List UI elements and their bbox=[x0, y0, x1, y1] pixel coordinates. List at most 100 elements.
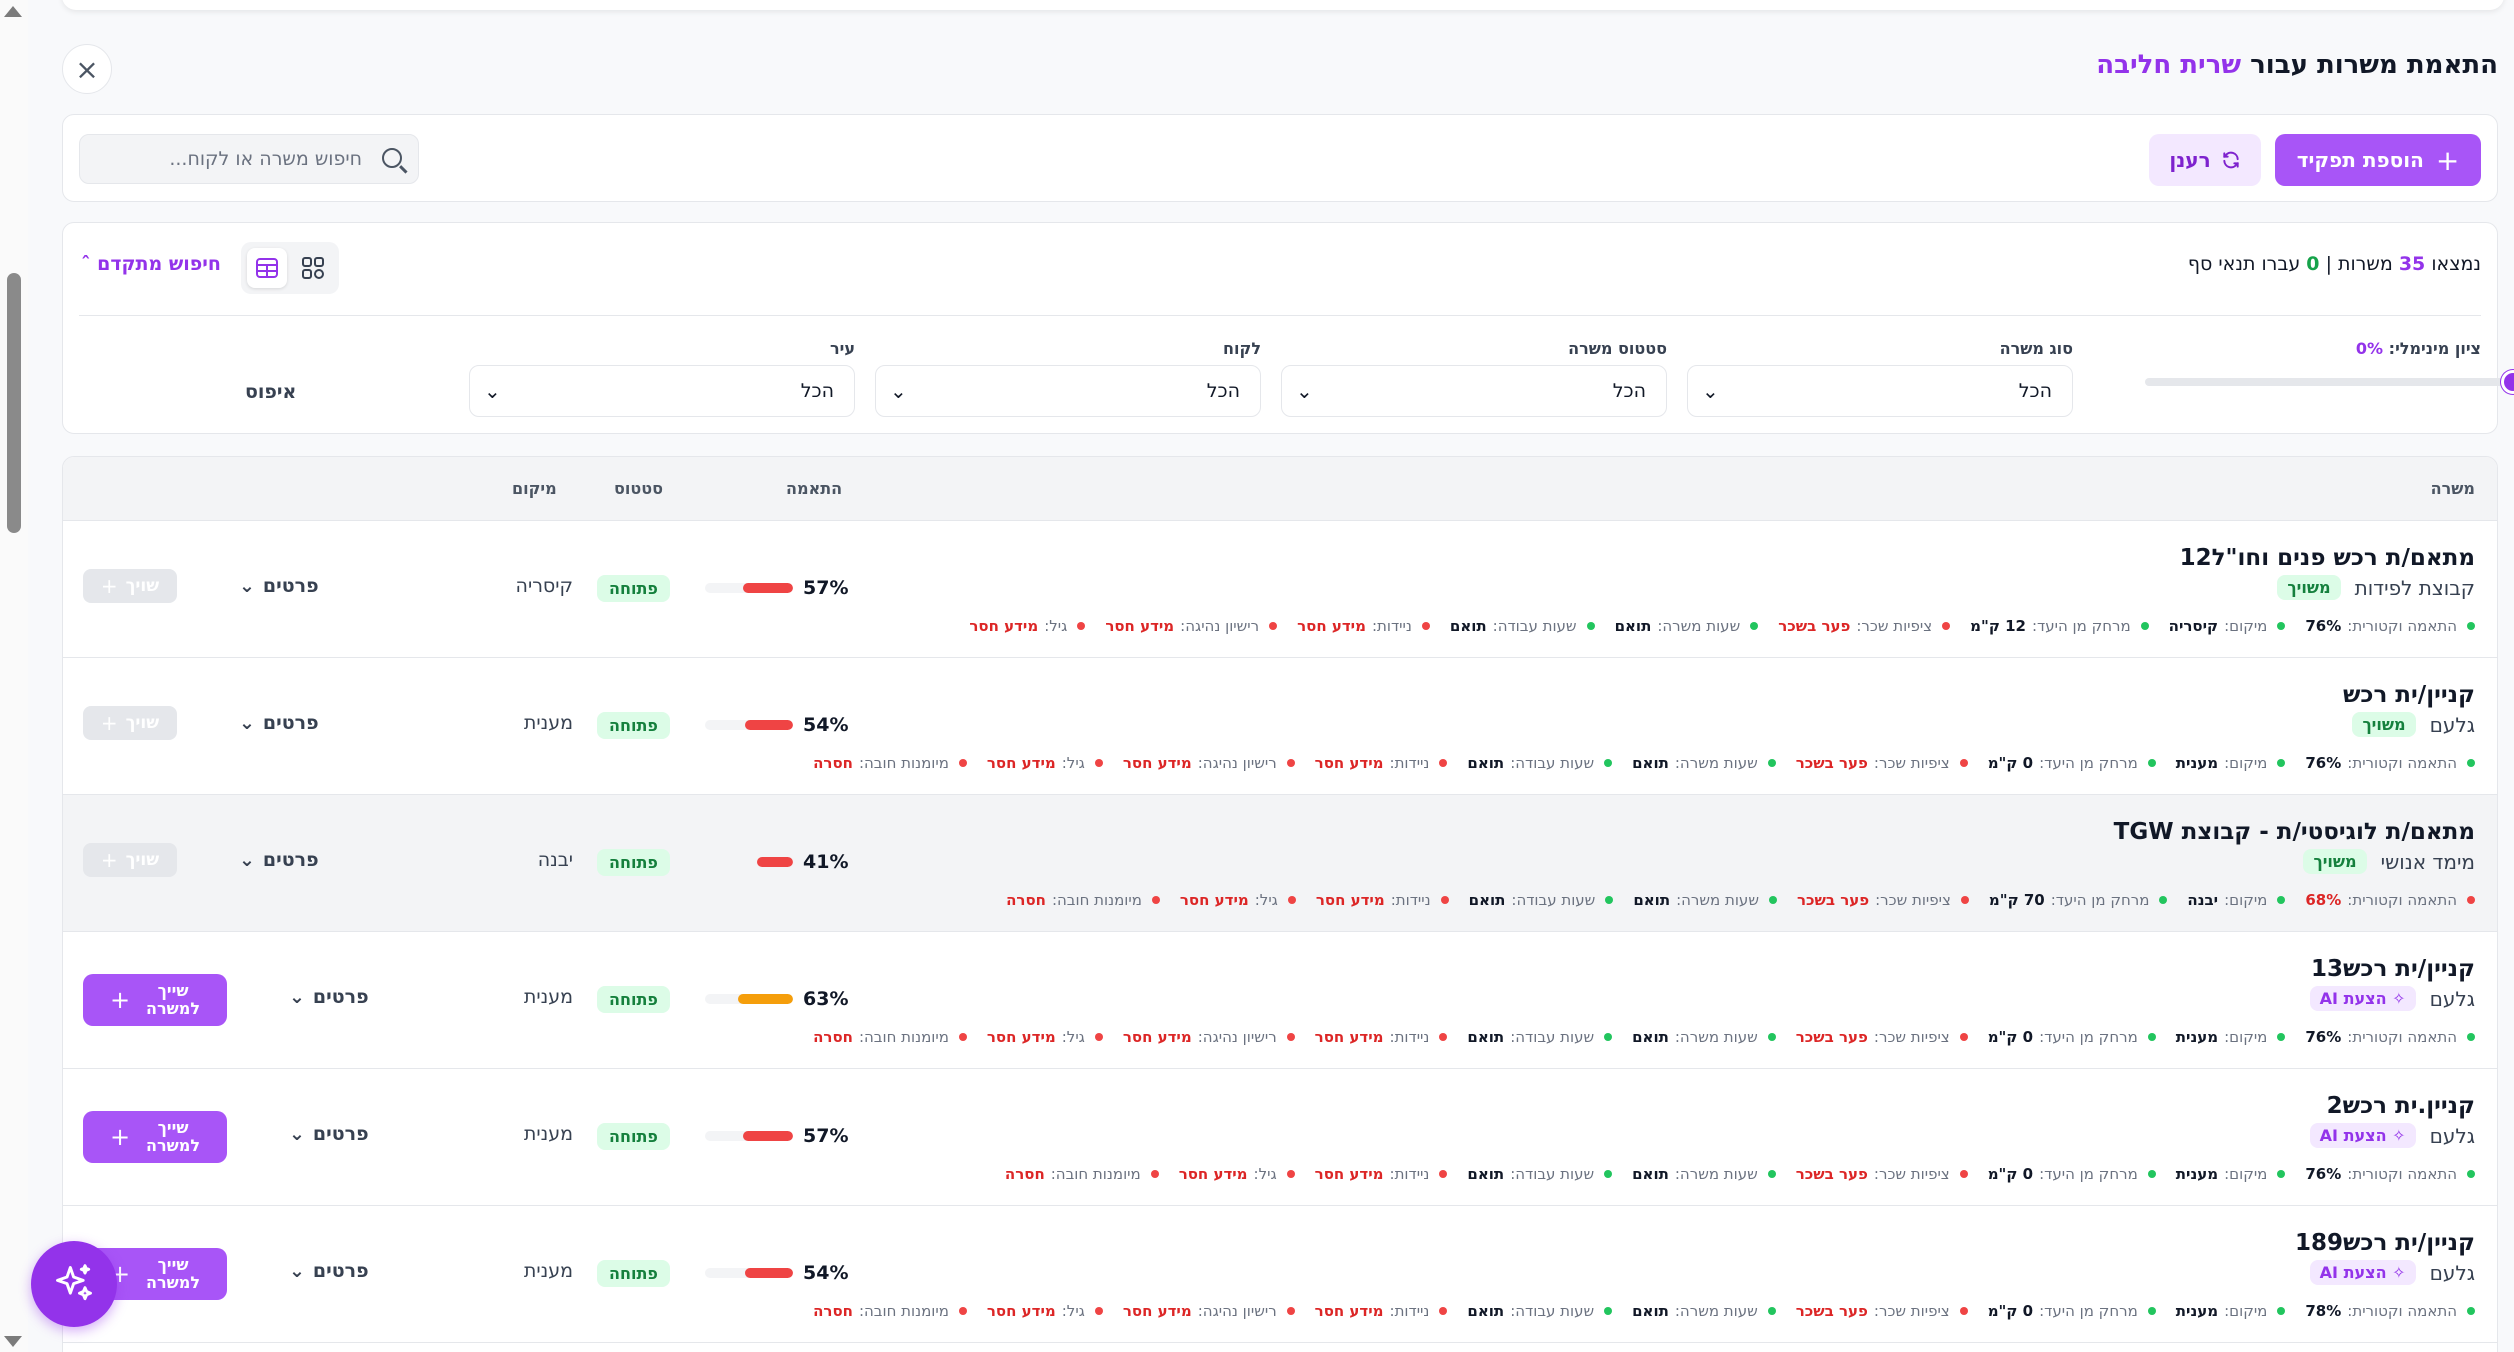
sparkle-icon: ✧ bbox=[2386, 1126, 2406, 1145]
details-toggle[interactable]: פרטים ⌄ bbox=[239, 849, 319, 871]
status-badge: פתוחה bbox=[597, 1123, 670, 1150]
assigned-button[interactable]: שויך + bbox=[83, 706, 177, 740]
grid-view-button[interactable] bbox=[293, 248, 333, 288]
criterion: גיל: מידע חסר bbox=[1179, 1165, 1295, 1183]
match-score: 54% bbox=[705, 1262, 848, 1284]
assign-to-job-button[interactable]: שייך למשרה + bbox=[83, 974, 227, 1026]
criterion: רישיון נהיגה: מידע חסר bbox=[1123, 1028, 1295, 1046]
job-status-label: סטטוס משרה bbox=[1568, 339, 1667, 358]
status-badge: פתוחה bbox=[597, 712, 670, 739]
table-row[interactable]: קניין/ית רכש13 גלעם ✧ הצעת AI התאמה וקטורית… bbox=[63, 932, 2497, 1069]
criterion: התאמה וקטורית: 78% bbox=[2305, 1302, 2475, 1320]
status-dot-icon bbox=[1439, 1307, 1448, 1315]
add-role-button[interactable]: + הוספת תפקיד bbox=[2275, 134, 2481, 186]
details-toggle[interactable]: פרטים ⌄ bbox=[239, 712, 319, 734]
scroll-down-arrow-icon[interactable] bbox=[4, 1336, 22, 1347]
assign-to-job-button[interactable]: שייך למשרה + bbox=[83, 1111, 227, 1163]
job-title[interactable]: קניין/ית רכש189 bbox=[2295, 1230, 2475, 1256]
city-select[interactable]: הכל ⌄ bbox=[469, 365, 855, 417]
job-status-select[interactable]: הכל ⌄ bbox=[1281, 365, 1667, 417]
search-box[interactable] bbox=[79, 134, 419, 184]
match-score: 41% bbox=[705, 851, 848, 873]
criterion: מרחק מן היעד: 12 ק"מ bbox=[1970, 617, 2149, 635]
chevron-down-icon: ⌄ bbox=[239, 712, 255, 734]
status-dot-icon bbox=[958, 1307, 967, 1315]
status-badge: פתוחה bbox=[597, 1260, 670, 1287]
status-dot-icon bbox=[1439, 759, 1448, 767]
criterion: מיומנות חובה: חסרה bbox=[813, 754, 967, 772]
status-dot-icon bbox=[1439, 1170, 1448, 1178]
criterion: ציפיות שכר: פער בשכר bbox=[1796, 754, 1968, 772]
assigned-button[interactable]: שויך + bbox=[83, 569, 177, 603]
min-score-slider[interactable] bbox=[2145, 370, 2514, 394]
plus-icon: + bbox=[2435, 143, 2460, 177]
client-line: גלעם ✧ הצעת AI bbox=[2309, 986, 2475, 1011]
criterion: ציפיות שכר: פער בשכר bbox=[1796, 1302, 1968, 1320]
ai-assistant-button[interactable] bbox=[31, 1241, 117, 1327]
location: קיסריה bbox=[515, 575, 573, 597]
status-dot-icon bbox=[1151, 896, 1160, 904]
scroll-thumb[interactable] bbox=[7, 273, 21, 533]
page-scrollbar[interactable] bbox=[0, 0, 28, 1352]
client-line: גלעם ✧ הצעת AI bbox=[2309, 1123, 2475, 1148]
criterion: התאמה וקטורית: 76% bbox=[2305, 754, 2475, 772]
table-row[interactable]: קניין.ית רכש2 גלעם ✧ הצעת AI התאמה וקטורית:… bbox=[63, 1069, 2497, 1206]
criterion: התאמה וקטורית: 76% bbox=[2305, 1028, 2475, 1046]
status-dot-icon bbox=[1959, 1307, 1968, 1315]
criterion: שעות עבודה: תואם bbox=[1467, 1165, 1613, 1183]
job-title[interactable]: קניין.ית רכש2 bbox=[2327, 1093, 2475, 1119]
table-row[interactable]: מתאם/ת לוגיסטי/ת - קבוצת TGW מימד אנושי מש… bbox=[63, 795, 2497, 932]
table-row[interactable]: קניין/ית רכש189 גלעם ✧ הצעת AI התאמה וקטורי… bbox=[63, 1206, 2497, 1343]
status-dot-icon bbox=[2147, 759, 2156, 767]
details-toggle[interactable]: פרטים ⌄ bbox=[289, 1123, 369, 1145]
job-title[interactable]: קניין/ית רכש13 bbox=[2311, 956, 2475, 982]
details-toggle[interactable]: פרטים ⌄ bbox=[289, 986, 369, 1008]
min-score-label: ציון מינימלי: 0% bbox=[2355, 339, 2481, 358]
criterion: שעות משרה: תואם bbox=[1633, 891, 1777, 909]
client-select[interactable]: הכל ⌄ bbox=[875, 365, 1261, 417]
table-view-button[interactable] bbox=[247, 248, 287, 288]
assigned-button[interactable]: שויך + bbox=[83, 843, 177, 877]
plus-icon: + bbox=[100, 711, 118, 735]
plus-icon: + bbox=[109, 986, 131, 1014]
job-title[interactable]: מתאם/ת רכש פנים וחו"ל12 bbox=[2180, 545, 2475, 571]
refresh-button[interactable]: רענן bbox=[2149, 134, 2261, 186]
criterion: שעות עבודה: תואם bbox=[1467, 754, 1613, 772]
criterion: רישיון נהיגה: מידע חסר bbox=[1123, 1302, 1295, 1320]
chevron-down-icon: ⌄ bbox=[289, 986, 305, 1008]
advanced-search-toggle[interactable]: חיפוש מתקדם ˆ bbox=[81, 253, 221, 275]
criterion: שעות עבודה: תואם bbox=[1469, 891, 1614, 909]
details-toggle[interactable]: פרטים ⌄ bbox=[239, 575, 319, 597]
slider-handle[interactable] bbox=[2501, 370, 2514, 394]
criteria-list: התאמה וקטורית: 76% מיקום: מענית מרחק מן היעד… bbox=[813, 754, 2475, 772]
search-input[interactable] bbox=[92, 135, 362, 183]
criterion: שעות עבודה: תואם bbox=[1467, 1302, 1613, 1320]
job-title[interactable]: מתאם/ת לוגיסטי/ת - קבוצת TGW bbox=[2114, 819, 2475, 845]
status-dot-icon bbox=[1439, 1033, 1448, 1041]
close-button[interactable]: × bbox=[62, 44, 112, 94]
criterion: גיל: מידע חסר bbox=[987, 1302, 1103, 1320]
status-dot-icon bbox=[2277, 1033, 2286, 1041]
grid-view-icon bbox=[302, 257, 324, 279]
criterion: ציפיות שכר: פער בשכר bbox=[1796, 1028, 1968, 1046]
status-dot-icon bbox=[2277, 1307, 2286, 1315]
job-type-select[interactable]: הכל ⌄ bbox=[1687, 365, 2073, 417]
status-dot-icon bbox=[1287, 896, 1296, 904]
criterion: מיומנות חובה: חסרה bbox=[813, 1302, 967, 1320]
details-toggle[interactable]: פרטים ⌄ bbox=[289, 1260, 369, 1282]
reset-filters-button[interactable]: איפוס bbox=[245, 381, 296, 403]
table-row[interactable]: קניין/ית רכש גלעם משויך התאמה וקטורית: 76% מי… bbox=[63, 658, 2497, 795]
table-row[interactable]: מתאם/ת רכש פנים וחו"ל12 קבוצת לפידות משויך… bbox=[63, 521, 2497, 658]
table-header: משרה התאמה סטטוס מיקום bbox=[63, 457, 2497, 521]
client-name: קבוצת לפידות bbox=[2354, 575, 2475, 600]
job-title[interactable]: קניין/ית רכש bbox=[2343, 682, 2475, 708]
criterion: מיומנות חובה: חסרה bbox=[1005, 1165, 1159, 1183]
status-dot-icon bbox=[2467, 896, 2475, 904]
plus-icon: + bbox=[109, 1123, 131, 1151]
scroll-up-arrow-icon[interactable] bbox=[4, 6, 22, 17]
client-name: גלעם bbox=[2429, 986, 2475, 1011]
chevron-down-icon: ⌄ bbox=[239, 849, 255, 871]
table-view-icon bbox=[256, 258, 278, 278]
client-line: קבוצת לפידות משויך bbox=[2277, 575, 2475, 600]
status-dot-icon bbox=[1286, 759, 1295, 767]
